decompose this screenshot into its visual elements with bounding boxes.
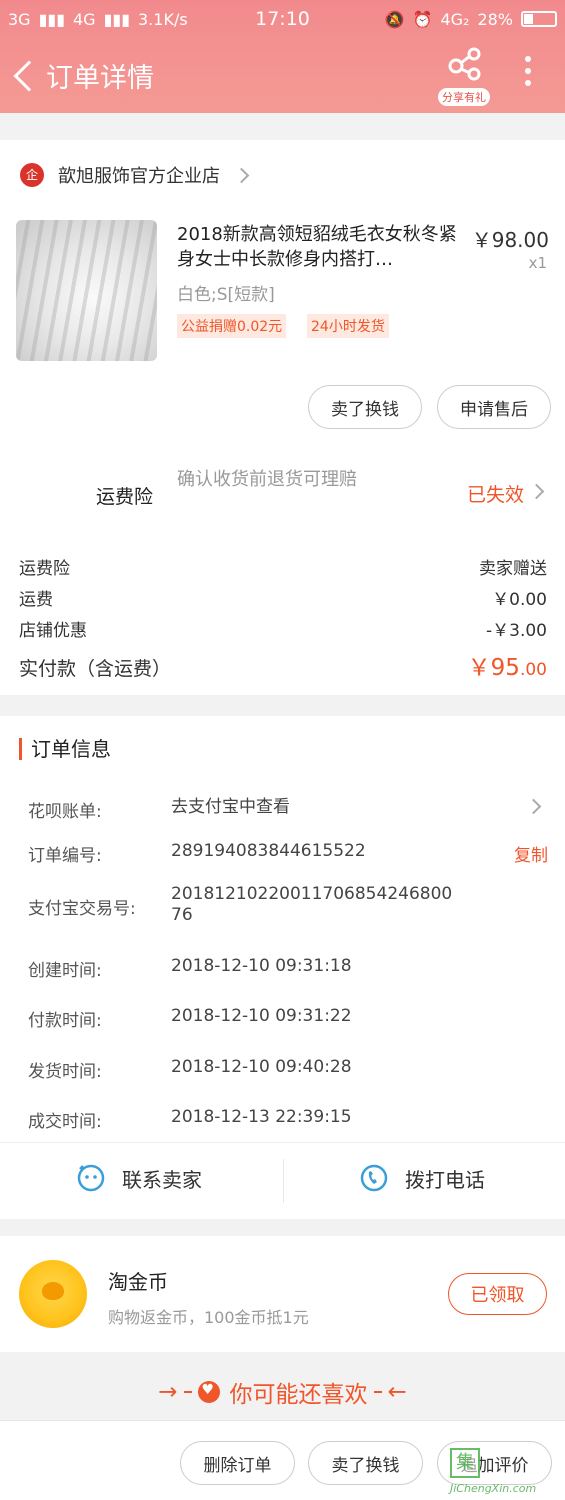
decor-line (183, 1391, 192, 1393)
recommend-title: 你可能还喜欢 (229, 1382, 368, 1408)
battery-icon (521, 11, 557, 27)
fee-label: 店铺优惠 (19, 621, 87, 641)
chevron-right-icon (528, 483, 545, 500)
insurance-desc: 确认收货前退货可理赔 (177, 469, 357, 490)
product-price: ￥98.00 (471, 228, 549, 252)
order-card: 企 歆旭服饰官方企业店 2018新款高领短貂绒毛衣女秋冬紧身女士中长款修身内搭打… (0, 140, 565, 695)
order-info-card: 订单信息 花呗账单: 去支付宝中查看 订单编号: 289194083844615… (0, 716, 565, 1142)
recommend-header: → 你可能还喜欢 ← (0, 1366, 565, 1418)
sell-exchange-button[interactable]: 卖了换钱 (308, 385, 422, 429)
product-title[interactable]: 2018新款高领短貂绒毛衣女秋冬紧身女士中长款修身内搭打… (177, 222, 465, 272)
heart-icon (197, 1381, 220, 1403)
divider (283, 1159, 284, 1203)
shop-logo-icon: 企 (20, 163, 44, 187)
share-label: 分享有礼 (438, 88, 490, 106)
signal-icon: ▮▮▮ (103, 9, 130, 29)
signal-icon: ▮▮▮ (38, 9, 65, 29)
chevron-right-icon (525, 798, 542, 815)
decor-line (373, 1391, 382, 1393)
fee-row: 运费险 卖家赠送 (19, 554, 547, 579)
shop-name: 歆旭服饰官方企业店 (58, 166, 220, 187)
fee-row: 店铺优惠 -￥3.00 (19, 616, 547, 641)
fee-value: -￥3.00 (486, 621, 547, 641)
contact-seller-button[interactable]: 联系卖家 (76, 1163, 202, 1193)
share-icon (448, 47, 481, 81)
fee-value: ￥0.00 (492, 590, 547, 610)
coin-claimed-button[interactable]: 已领取 (448, 1273, 547, 1315)
fee-label: 运费险 (19, 559, 70, 579)
paid-row: 实付款（含运费） ￥95.00 (19, 648, 547, 682)
battery-percent: 28% (477, 9, 513, 29)
taojinbi-coin-icon (19, 1260, 87, 1328)
fee-label: 运费 (19, 590, 53, 610)
header-bar: 3G ▮▮▮ 4G ▮▮▮ 3.1K/s 17:10 🔕 ⏰ 4G₂ 28% 订… (0, 0, 565, 113)
product-image[interactable] (16, 220, 157, 361)
insurance-label: 运费险 (96, 486, 154, 508)
arrow-left-icon: ← (387, 1379, 407, 1405)
shipping-tag: 24小时发货 (307, 314, 389, 338)
chat-icon (77, 1164, 105, 1192)
insurance-status[interactable]: 已失效 (467, 480, 524, 507)
product-qty: x1 (528, 254, 547, 272)
sell-exchange-button[interactable]: 卖了换钱 (308, 1441, 423, 1485)
signal-3g: 3G (8, 9, 31, 29)
delete-order-button[interactable]: 删除订单 (180, 1441, 295, 1485)
paid-amount: ￥95.00 (467, 655, 547, 681)
paid-label: 实付款（含运费） (19, 658, 172, 680)
copy-button[interactable]: 复制 (514, 841, 548, 866)
fee-row: 运费 ￥0.00 (19, 585, 547, 610)
network-indicator: 4G₂ (440, 9, 470, 29)
watermark-logo: 集 (450, 1448, 480, 1478)
net-speed: 3.1K/s (138, 9, 188, 29)
fee-value: 卖家赠送 (479, 559, 547, 579)
share-button[interactable]: 分享有礼 (436, 44, 492, 106)
section-title: 订单信息 (19, 738, 111, 760)
signal-4g: 4G (73, 9, 96, 29)
chevron-right-icon (233, 167, 250, 183)
more-options-icon[interactable] (524, 56, 532, 88)
call-phone-button[interactable]: 拨打电话 (359, 1163, 485, 1193)
order-number: 289194083844615522 (171, 841, 366, 861)
clock: 17:10 (255, 8, 310, 30)
coin-card: 淘金币 购物返金币，100金币抵1元 已领取 (0, 1236, 565, 1352)
arrow-right-icon: → (158, 1379, 178, 1405)
watermark-text: JiChengXin.com (450, 1482, 537, 1495)
product-sku: 白色;S[短款] (177, 285, 275, 305)
alarm-icon: ⏰ (412, 9, 433, 29)
coin-title: 淘金币 (108, 1270, 168, 1294)
watermark: 集 JiChengXin.com (448, 1448, 565, 1500)
status-bar: 3G ▮▮▮ 4G ▮▮▮ 3.1K/s 17:10 🔕 ⏰ 4G₂ 28% (0, 0, 565, 38)
back-arrow-icon[interactable] (13, 59, 45, 92)
charity-tag: 公益捐赠0.02元 (177, 314, 287, 338)
mute-icon: 🔕 (384, 9, 405, 29)
alipay-trade-no: 20181210220011706854246800 76 (171, 884, 453, 925)
phone-icon (360, 1164, 388, 1192)
after-sale-button[interactable]: 申请售后 (437, 385, 551, 429)
nav-bar: 订单详情 分享有礼 (0, 38, 565, 113)
contact-row: 联系卖家 拨打电话 (0, 1142, 565, 1219)
page-title: 订单详情 (46, 63, 154, 94)
coin-desc: 购物返金币，100金币抵1元 (108, 1308, 309, 1327)
shop-row[interactable]: 企 歆旭服饰官方企业店 (0, 140, 565, 210)
